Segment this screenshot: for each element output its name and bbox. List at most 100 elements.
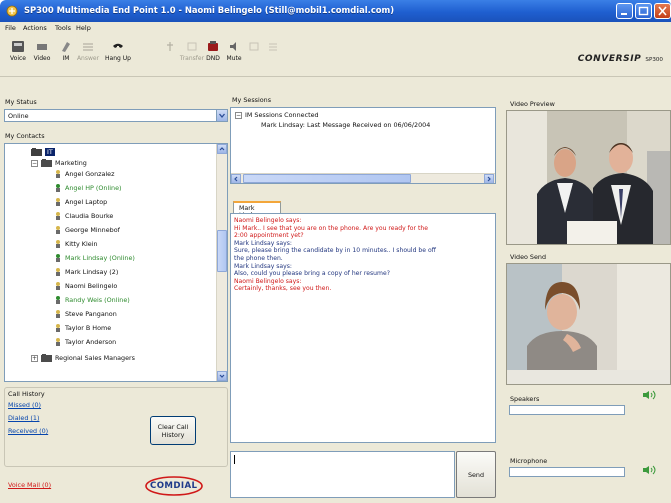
tree-node-marketing[interactable]: − Marketing — [31, 158, 87, 168]
minimize-button[interactable] — [616, 3, 633, 19]
contact-item[interactable]: Steve Panganon — [55, 309, 117, 319]
video-icon — [37, 44, 47, 50]
video-send — [506, 263, 671, 385]
chat-line: Certainly, thanks, see you then. — [234, 285, 332, 293]
window-title: SP300 Multimedia End Point 1.0 - Naomi B… — [24, 5, 395, 15]
menu-bar: File Actions Tools Help — [0, 22, 671, 35]
toolbar: Voice Video IM Answer Hang Up Transfer D… — [0, 35, 671, 77]
contact-item[interactable]: Naomi Belingelo — [55, 281, 117, 291]
list-icon — [269, 43, 277, 51]
chat-line: Also, could you please bring a copy of h… — [234, 270, 390, 278]
clear-call-history-button[interactable]: Clear Call History — [150, 416, 196, 445]
received-calls-link[interactable]: Received (0) — [8, 427, 48, 435]
status-label: My Status — [5, 98, 37, 106]
mute-icon — [230, 42, 236, 51]
expand-toggle[interactable]: + — [31, 354, 38, 362]
maximize-icon — [638, 6, 649, 16]
scroll-thumb[interactable] — [217, 230, 227, 272]
session-item[interactable]: Mark Lindsay: Last Message Received on 0… — [261, 120, 430, 130]
speaker-icon[interactable] — [642, 390, 656, 400]
collapse-toggle[interactable]: − — [235, 111, 242, 119]
chat-line: 2:00 appointment yet? — [234, 232, 304, 240]
video-preview-label: Video Preview — [510, 100, 555, 108]
contact-item[interactable]: Mark Lindsay (Online) — [55, 253, 135, 263]
chevron-up-icon — [219, 147, 225, 151]
contact-item[interactable]: Randy Weis (Online) — [55, 295, 130, 305]
microphone-icon[interactable] — [642, 465, 656, 475]
video-send-image — [507, 264, 670, 384]
status-dropdown[interactable]: Online — [4, 109, 228, 122]
menu-file[interactable]: File — [5, 24, 16, 32]
contact-item[interactable]: Taylor Anderson — [55, 337, 116, 347]
text-cursor — [234, 455, 235, 464]
missed-calls-link[interactable]: Missed (0) — [8, 401, 41, 409]
hold-icon — [167, 42, 173, 51]
title-bar[interactable]: SP300 Multimedia End Point 1.0 - Naomi B… — [0, 0, 671, 22]
im-icon — [62, 42, 70, 52]
speakers-level-meter — [509, 405, 625, 415]
tree-node-it[interactable]: IT — [31, 147, 55, 157]
answer-button[interactable]: Answer — [74, 38, 102, 74]
close-icon — [658, 6, 667, 16]
scroll-down-button[interactable] — [217, 371, 227, 381]
sessions-tree[interactable]: − IM Sessions Connected Mark Lindsay: Las… — [230, 107, 496, 184]
scroll-left-button[interactable] — [231, 174, 241, 183]
contact-item[interactable]: Taylor B Home — [55, 323, 111, 333]
contact-item[interactable]: Angel Gonzalez — [55, 169, 114, 179]
contact-item[interactable]: Angel Laptop — [55, 197, 107, 207]
contact-icon — [56, 170, 60, 178]
chevron-down-icon — [219, 374, 225, 378]
collapse-toggle[interactable]: − — [31, 159, 38, 167]
contact-icon — [56, 310, 60, 318]
chat-line: Mark Lindsay says: — [234, 239, 292, 247]
comdial-logo: COMDIAL — [144, 475, 218, 497]
scroll-right-button[interactable] — [484, 174, 494, 183]
transfer-icon — [187, 42, 197, 51]
microphone-label: Microphone — [510, 457, 548, 465]
close-button[interactable] — [654, 3, 671, 19]
sessions-hscroll[interactable] — [231, 173, 495, 183]
brand-logo: CONVERSIP SP300 — [577, 54, 663, 64]
chat-line: Hi Mark.. I see that you are on the phon… — [234, 224, 428, 232]
scroll-thumb[interactable] — [243, 174, 411, 183]
dialed-calls-link[interactable]: Dialed (1) — [8, 414, 39, 422]
video-preview-image — [507, 111, 670, 244]
contact-item[interactable]: George Minnebof — [55, 225, 120, 235]
menu-tools[interactable]: Tools — [55, 24, 71, 32]
contact-icon — [56, 338, 60, 346]
hang-up-icon — [113, 43, 123, 48]
folder-icon — [31, 148, 42, 156]
contact-item[interactable]: Claudia Bourke — [55, 211, 113, 221]
toolbar-extra-button[interactable] — [259, 38, 287, 74]
minimize-icon — [621, 13, 627, 15]
chevron-down-icon — [219, 113, 225, 119]
hang-up-button[interactable]: Hang Up — [102, 38, 134, 74]
contact-icon — [56, 296, 60, 304]
menu-help[interactable]: Help — [76, 24, 91, 32]
dropdown-arrow[interactable] — [216, 110, 227, 121]
maximize-button[interactable] — [635, 3, 652, 19]
chat-transcript[interactable]: Naomi Belingelo says: Hi Mark.. I see tha… — [230, 213, 496, 443]
tree-node-regional-sales[interactable]: + Regional Sales Managers — [31, 353, 135, 363]
menu-actions[interactable]: Actions — [23, 24, 47, 32]
session-group[interactable]: − IM Sessions Connected — [235, 110, 319, 120]
contacts-label: My Contacts — [5, 132, 45, 140]
send-button[interactable]: Send — [456, 451, 496, 498]
chat-line: Naomi Belingelo says: — [234, 277, 302, 285]
message-input[interactable] — [230, 451, 455, 498]
contact-item[interactable]: Mark Lindsay (2) — [55, 267, 118, 277]
contacts-scrollbar[interactable] — [216, 144, 227, 381]
contact-icon — [56, 184, 60, 192]
chat-line: Sure, please bring the candidate by in 1… — [234, 247, 436, 255]
contact-icon — [56, 198, 60, 206]
folder-icon — [41, 159, 52, 167]
contacts-tree[interactable]: IT − Marketing Angel Gonzalez Angel HP (On… — [4, 143, 228, 382]
scroll-up-button[interactable] — [217, 144, 227, 154]
dnd-icon — [208, 41, 218, 51]
chat-line: Naomi Belingelo says: — [234, 217, 302, 224]
voice-mail-link[interactable]: Voice Mail (0) — [8, 481, 51, 489]
call-history-label: Call History — [8, 390, 45, 398]
contact-item[interactable]: Kitty Klein — [55, 239, 98, 249]
answer-icon — [83, 43, 93, 51]
contact-item[interactable]: Angel HP (Online) — [55, 183, 122, 193]
